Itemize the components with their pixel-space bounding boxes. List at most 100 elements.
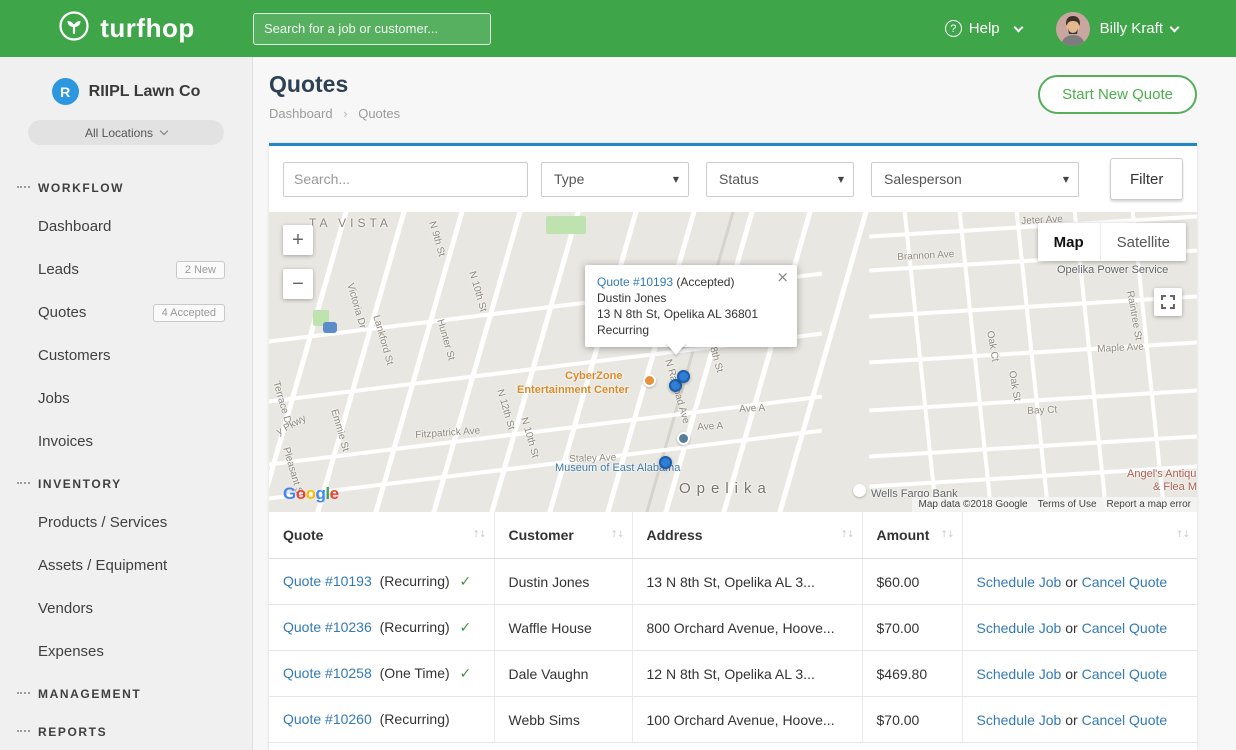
salesperson-select[interactable]: Salesperson ▼ <box>871 162 1079 197</box>
col-header-address[interactable]: Address ↑↓ <box>632 512 862 559</box>
nav-section-label: REPORTS <box>38 725 107 739</box>
company-name: RIIPL Lawn Co <box>89 83 201 101</box>
quote-link[interactable]: Quote #10260 <box>283 711 372 727</box>
company-logo-icon: R <box>52 78 79 105</box>
sidebar-item-label: Jobs <box>38 390 70 407</box>
sidebar-item-leads[interactable]: Leads 2 New <box>0 248 252 291</box>
map-attribution: Map data ©2018 Google Terms of Use Repor… <box>912 497 1197 512</box>
schedule-job-link[interactable]: Schedule Job <box>977 620 1062 636</box>
zoom-out-button[interactable]: − <box>283 269 313 299</box>
section-dash-icon <box>17 482 30 484</box>
sidebar-item-customers[interactable]: Customers <box>0 334 252 377</box>
park-area <box>546 216 586 234</box>
quote-map-marker[interactable] <box>659 456 672 469</box>
sidebar-item-expenses[interactable]: Expenses <box>0 630 252 673</box>
zoom-in-button[interactable]: + <box>283 225 313 255</box>
global-search-input[interactable] <box>253 13 491 45</box>
sidebar-item-vendors[interactable]: Vendors <box>0 587 252 630</box>
help-label: Help <box>969 20 1000 37</box>
cancel-quote-link[interactable]: Cancel Quote <box>1082 666 1168 682</box>
quotes-map[interactable]: TA VISTAJeter AveBrannon AveOpelika Powe… <box>269 212 1197 512</box>
caret-down-icon: ▼ <box>1063 175 1069 184</box>
map-view-button[interactable]: Map <box>1038 223 1100 261</box>
quote-cell: Quote #10260 (Recurring) <box>269 697 494 743</box>
accepted-check-icon: ✓ <box>460 620 472 636</box>
amount-cell: $469.80 <box>862 651 962 697</box>
breadcrumb-dashboard[interactable]: Dashboard <box>269 106 333 121</box>
status-select[interactable]: Status ▼ <box>706 162 854 197</box>
filter-button[interactable]: Filter <box>1110 158 1183 200</box>
sidebar-item-quotes[interactable]: Quotes 4 Accepted <box>0 291 252 334</box>
infowindow-quote-link[interactable]: Quote #10193 <box>597 275 673 289</box>
cancel-quote-link[interactable]: Cancel Quote <box>1082 620 1168 636</box>
locations-label: All Locations <box>85 126 153 140</box>
avatar[interactable] <box>1056 12 1090 46</box>
company[interactable]: R RIIPL Lawn Co <box>0 57 252 105</box>
infowindow-address: 13 N 8th St, Opelika AL 36801 <box>597 306 785 322</box>
sort-icon: ↑↓ <box>940 530 953 540</box>
sidebar-item-label: Expenses <box>38 643 104 660</box>
col-header-label: Customer <box>509 527 574 543</box>
type-select[interactable]: Type ▼ <box>541 162 689 197</box>
actions-cell: Schedule Job or Cancel Quote <box>962 651 1197 697</box>
start-new-quote-button[interactable]: Start New Quote <box>1038 75 1197 114</box>
col-header-amount[interactable]: Amount ↑↓ <box>862 512 962 559</box>
sidebar-item-invoices[interactable]: Invoices <box>0 420 252 463</box>
col-header-customer[interactable]: Customer ↑↓ <box>494 512 632 559</box>
turfhop-logo[interactable]: turfhop <box>0 10 253 47</box>
terms-of-use-link[interactable]: Terms of Use <box>1038 499 1097 510</box>
report-map-error-link[interactable]: Report a map error <box>1107 499 1191 510</box>
satellite-view-button[interactable]: Satellite <box>1100 223 1186 261</box>
actions-or-text: or <box>1065 712 1077 728</box>
map-label: Entertainment Center <box>517 384 629 396</box>
nav-section-reports[interactable]: REPORTS <box>0 711 252 749</box>
map-label: Bay Ct <box>1027 404 1058 417</box>
schedule-job-link[interactable]: Schedule Job <box>977 574 1062 590</box>
cancel-quote-link[interactable]: Cancel Quote <box>1082 712 1168 728</box>
caret-down-icon: ▼ <box>838 175 844 184</box>
quote-link[interactable]: Quote #10193 <box>283 573 372 589</box>
infowindow-close-icon[interactable]: × <box>776 269 789 285</box>
cancel-quote-link[interactable]: Cancel Quote <box>1082 574 1168 590</box>
sidebar-item-products-services[interactable]: Products / Services <box>0 501 252 544</box>
sidebar: R RIIPL Lawn Co All Locations WORKFLOW D… <box>0 57 253 750</box>
fullscreen-button[interactable] <box>1154 288 1182 316</box>
breadcrumb-separator: › <box>343 106 347 121</box>
schedule-job-link[interactable]: Schedule Job <box>977 712 1062 728</box>
sidebar-item-assets-equipment[interactable]: Assets / Equipment <box>0 544 252 587</box>
col-header-quote[interactable]: Quote ↑↓ <box>269 512 494 559</box>
actions-cell: Schedule Job or Cancel Quote <box>962 605 1197 651</box>
schedule-job-link[interactable]: Schedule Job <box>977 666 1062 682</box>
nav-section-management[interactable]: MANAGEMENT <box>0 673 252 711</box>
locations-dropdown[interactable]: All Locations <box>28 120 224 145</box>
page-title: Quotes <box>269 71 400 98</box>
quote-map-marker[interactable] <box>677 370 690 383</box>
quotes-badge: 4 Accepted <box>153 304 225 322</box>
quote-link[interactable]: Quote #10236 <box>283 619 372 635</box>
help-menu[interactable]: ? Help <box>945 20 1022 37</box>
brand-name: turfhop <box>100 13 194 44</box>
customer-cell: Waffle House <box>494 605 632 651</box>
quotes-search-input[interactable] <box>283 162 528 197</box>
quote-type: (Recurring) <box>380 573 450 589</box>
status-select-value: Status <box>719 171 759 187</box>
actions-or-text: or <box>1065 666 1077 682</box>
sort-icon: ↑↓ <box>1176 530 1189 540</box>
accepted-check-icon: ✓ <box>460 574 472 590</box>
sidebar-item-jobs[interactable]: Jobs <box>0 377 252 420</box>
quote-row: Quote #10193 (Recurring) ✓ Dustin Jones … <box>269 559 1197 605</box>
type-select-value: Type <box>554 171 584 187</box>
map-label: Oak St <box>1006 370 1022 402</box>
section-dash-icon <box>17 730 30 732</box>
sidebar-item-label: Invoices <box>38 433 93 450</box>
nav-section-label: MANAGEMENT <box>38 687 141 701</box>
quote-link[interactable]: Quote #10258 <box>283 665 372 681</box>
sidebar-item-dashboard[interactable]: Dashboard <box>0 205 252 248</box>
quote-type: (One Time) <box>380 665 450 681</box>
user-menu[interactable]: Billy Kraft <box>1100 20 1178 37</box>
google-logo[interactable]: Google <box>283 484 339 504</box>
page-head: Quotes Dashboard › Quotes Start New Quot… <box>253 57 1236 121</box>
map-label: N 9th St <box>426 220 447 258</box>
col-header-actions[interactable]: ↑↓ <box>962 512 1197 559</box>
map-label: Victoria Dr <box>344 282 367 330</box>
